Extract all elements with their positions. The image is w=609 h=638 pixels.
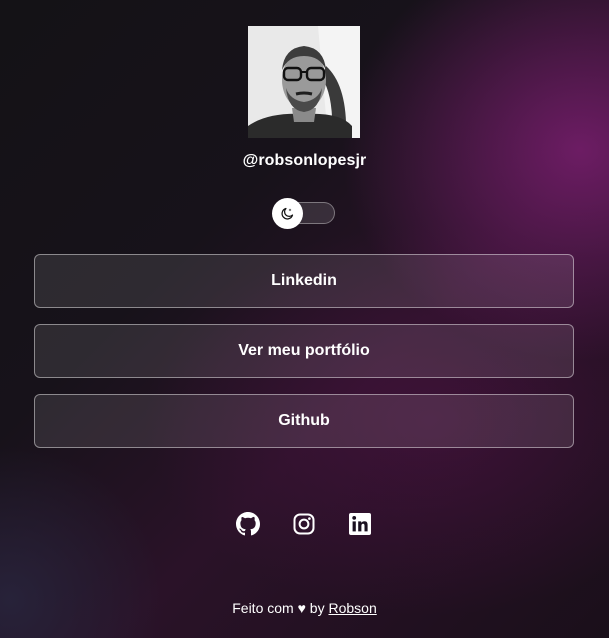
footer-prefix: Feito com	[232, 600, 294, 616]
link-tree-page: @robsonlopesjr Linkedin Ver meu portfóli…	[0, 0, 609, 638]
heart-icon: ♥	[297, 600, 306, 616]
author-link[interactable]: Robson	[328, 600, 376, 616]
portfolio-link-button[interactable]: Ver meu portfólio	[34, 324, 574, 378]
github-icon	[236, 512, 260, 536]
profile-photo	[248, 26, 360, 138]
github-social-link[interactable]	[236, 512, 260, 536]
instagram-social-link[interactable]	[292, 512, 316, 536]
linkedin-icon	[349, 513, 371, 535]
avatar	[248, 26, 360, 138]
instagram-icon	[293, 513, 315, 535]
github-link-button[interactable]: Github	[34, 394, 574, 448]
profile-handle: @robsonlopesjr	[242, 152, 367, 169]
linkedin-link-button[interactable]: Linkedin	[34, 254, 574, 308]
footer-by: by	[309, 600, 325, 616]
toggle-knob[interactable]	[272, 198, 303, 229]
linkedin-social-link[interactable]	[348, 512, 372, 536]
theme-toggle[interactable]	[272, 198, 335, 229]
footer: Feito com ♥ by Robson	[0, 600, 609, 616]
moon-icon	[281, 207, 294, 220]
